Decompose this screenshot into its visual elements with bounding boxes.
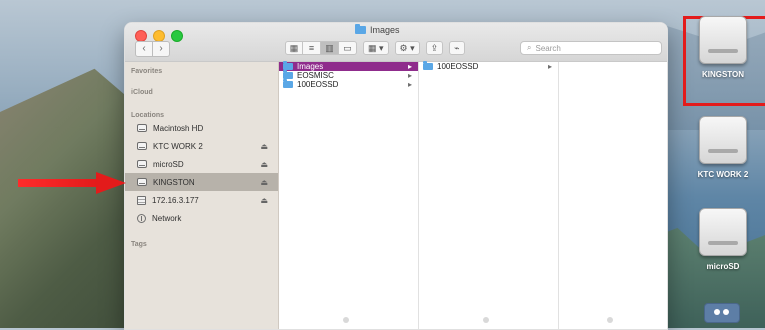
drive-label: KTC WORK 2 — [697, 170, 749, 179]
share-button[interactable]: ⇪ — [425, 41, 444, 55]
people-icon[interactable] — [704, 303, 740, 323]
action-button[interactable]: ⚙ ▾ — [394, 41, 420, 55]
folder-icon — [283, 79, 293, 88]
icon-view-button[interactable]: ▦ — [285, 41, 303, 55]
column-3 — [559, 62, 667, 329]
sidebar-item-label: 172.16.3.177 — [152, 195, 199, 205]
finder-window: Images ‹ › ▦ ≡ ▥ ▭ ▦ ▾ ⚙ ▾ ⇪ ⌁ ⌕ Search … — [124, 22, 668, 330]
sidebar-item-label: KINGSTON — [153, 177, 195, 187]
sidebar-item-label: Network — [152, 213, 182, 223]
window-title: Images — [355, 24, 400, 35]
external-drive-icon — [699, 208, 747, 256]
finder-toolbar: ▦ ≡ ▥ ▭ ▦ ▾ ⚙ ▾ ⇪ ⌁ — [285, 41, 465, 55]
desktop-drive-kingston[interactable]: KINGSTON — [683, 16, 765, 106]
network-icon — [137, 213, 146, 223]
column-view-button[interactable]: ▥ — [321, 41, 339, 55]
chevron-right-icon: ▸ — [547, 62, 552, 71]
red-arrow-annotation — [18, 172, 126, 194]
column-resize-handle[interactable] — [607, 317, 613, 323]
desktop-drive-ktc-work-2[interactable]: KTC WORK 2 — [683, 116, 763, 179]
sidebar: Favorites iCloud Locations Macintosh HD … — [125, 62, 279, 329]
folder-name: 100EOSSD — [437, 62, 479, 71]
folder-icon — [355, 24, 366, 34]
eject-icon[interactable]: ⏏ — [260, 142, 268, 151]
maximize-window-button[interactable] — [171, 30, 183, 42]
back-button[interactable]: ‹ — [135, 41, 153, 57]
folder-row-images[interactable]: Images ▸ — [279, 61, 418, 71]
folder-row-100eossd[interactable]: 100EOSSD ▸ — [279, 79, 418, 89]
desktop-icons: KINGSTON KTC WORK 2 microSD — [675, 10, 765, 328]
forward-button[interactable]: › — [153, 41, 170, 57]
chevron-right-icon: ▸ — [407, 80, 412, 89]
column-1: Images ▸ EOSMISC ▸ 100EOSSD ▸ — [279, 61, 419, 329]
tags-button[interactable]: ⌁ — [449, 41, 465, 55]
folder-name: Images — [297, 62, 324, 71]
eject-icon[interactable]: ⏏ — [260, 196, 268, 205]
eject-icon[interactable]: ⏏ — [260, 178, 268, 187]
sidebar-section-tags: Tags — [131, 241, 147, 248]
window-titlebar: Images ‹ › ▦ ≡ ▥ ▭ ▦ ▾ ⚙ ▾ ⇪ ⌁ ⌕ Search — [125, 23, 667, 62]
folder-icon — [423, 61, 433, 70]
folder-name: EOSMISC — [297, 71, 334, 80]
sidebar-item-microsd[interactable]: microSD ⏏ — [125, 155, 278, 173]
search-icon: ⌕ — [527, 43, 532, 52]
column-2: 100EOSSD ▸ — [419, 61, 559, 329]
view-mode-group: ▦ ≡ ▥ ▭ — [285, 41, 357, 55]
eject-icon[interactable]: ⏏ — [260, 160, 268, 169]
group-button[interactable]: ▦ ▾ — [363, 41, 389, 55]
history-nav: ‹ › — [135, 41, 170, 57]
sidebar-item-label: Macintosh HD — [153, 123, 204, 133]
desktop-drive-microsd[interactable]: microSD — [683, 208, 763, 271]
sidebar-section-icloud: iCloud — [131, 89, 153, 96]
server-icon — [137, 195, 146, 205]
sidebar-item-macintosh-hd[interactable]: Macintosh HD — [125, 119, 278, 137]
external-drive-icon — [699, 116, 747, 164]
column-resize-handle[interactable] — [483, 317, 489, 323]
search-field[interactable]: ⌕ Search — [520, 41, 662, 55]
sidebar-item-server[interactable]: 172.16.3.177 ⏏ — [125, 191, 278, 209]
folder-row-eosmisc[interactable]: EOSMISC ▸ — [279, 70, 418, 80]
sidebar-item-ktc-work-2[interactable]: KTC WORK 2 ⏏ — [125, 137, 278, 155]
drive-label: microSD — [706, 262, 740, 271]
sidebar-item-label: microSD — [153, 159, 184, 169]
chevron-right-icon: ▸ — [407, 71, 412, 80]
window-title-text: Images — [370, 25, 400, 35]
sidebar-item-kingston[interactable]: KINGSTON ⏏ — [125, 173, 278, 191]
search-placeholder: Search — [535, 43, 561, 53]
chevron-right-icon: ▸ — [407, 62, 412, 71]
column-browser: Images ▸ EOSMISC ▸ 100EOSSD ▸ 100EOSSD ▸ — [279, 61, 667, 329]
disk-icon — [137, 124, 147, 132]
folder-row-100eossd[interactable]: 100EOSSD ▸ — [419, 61, 558, 71]
disk-icon — [137, 160, 147, 168]
folder-name: 100EOSSD — [297, 80, 339, 89]
folder-icon — [283, 61, 293, 70]
gallery-view-button[interactable]: ▭ — [339, 41, 357, 55]
sidebar-section-locations: Locations — [131, 112, 165, 119]
disk-icon — [137, 142, 147, 150]
sidebar-item-network[interactable]: Network — [125, 209, 278, 227]
sidebar-section-favorites: Favorites — [131, 68, 163, 75]
sidebar-item-label: KTC WORK 2 — [153, 141, 203, 151]
disk-icon — [137, 178, 147, 186]
folder-icon — [283, 70, 293, 79]
external-drive-icon — [699, 16, 747, 64]
column-resize-handle[interactable] — [343, 317, 349, 323]
list-view-button[interactable]: ≡ — [303, 41, 321, 55]
